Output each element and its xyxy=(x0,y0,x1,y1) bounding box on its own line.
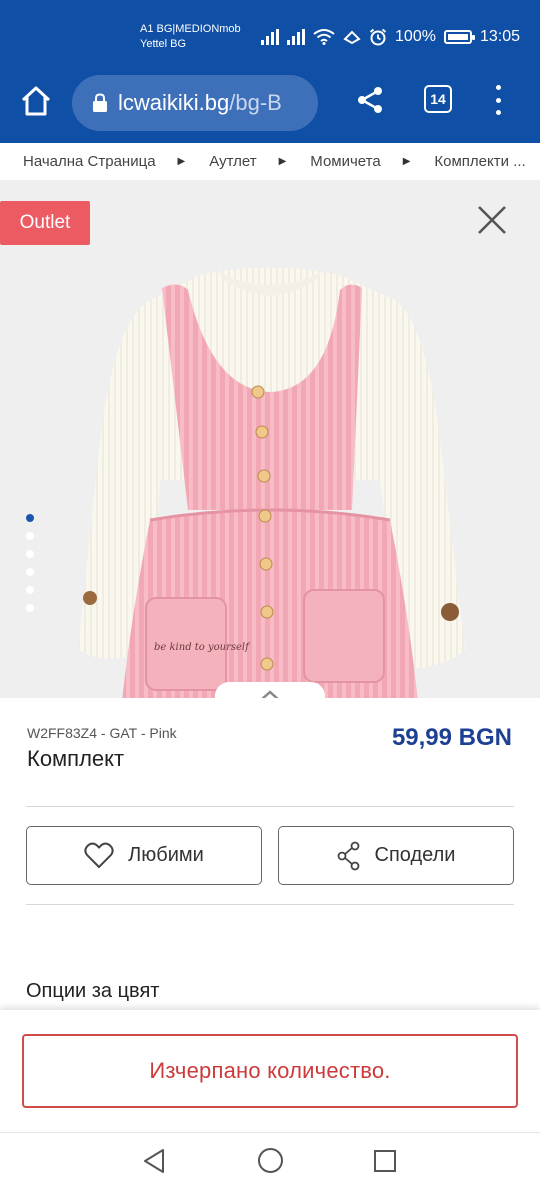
product-gallery[interactable]: be kind to yourself Outlet xyxy=(0,180,540,698)
favorites-label: Любими xyxy=(128,844,204,866)
heart-icon xyxy=(84,842,114,869)
chevron-right-icon: ▶ xyxy=(402,156,411,167)
share-button[interactable]: Сподели xyxy=(278,826,514,885)
overflow-menu-icon[interactable] xyxy=(488,85,508,115)
status-icons: 100% 13:05 xyxy=(261,28,520,46)
gallery-dot[interactable] xyxy=(26,604,34,612)
outlet-badge: Outlet xyxy=(0,201,90,245)
product-name: Комплект xyxy=(27,746,125,771)
cell-signal-2-icon xyxy=(287,29,306,45)
url-path: /bg-B xyxy=(229,90,282,115)
breadcrumb-item-girls[interactable]: Момичета xyxy=(310,153,380,170)
share-icon[interactable] xyxy=(355,85,385,115)
address-bar[interactable]: lcwaikiki.bg/bg-B xyxy=(72,75,318,131)
color-options-title: Опции за цвят xyxy=(26,980,160,1002)
recent-apps-icon[interactable] xyxy=(373,1149,397,1173)
out-of-stock-button[interactable]: Изчерпано количество. xyxy=(22,1034,518,1108)
carrier-line-2: Yettel BG xyxy=(140,38,187,50)
gallery-dot[interactable] xyxy=(26,532,34,540)
favorites-button[interactable]: Любими xyxy=(26,826,262,885)
carrier-info: A1 BG|MEDIONmob Yettel BG xyxy=(140,22,241,52)
sticky-purchase-bar: Изчерпано количество. xyxy=(0,1010,540,1132)
breadcrumb: Начална Страница ▶ Аутлет ▶ Момичета ▶ К… xyxy=(0,143,540,180)
gallery-dot[interactable] xyxy=(26,550,34,558)
cell-signal-icon xyxy=(261,29,280,45)
product-image: be kind to yourself xyxy=(78,267,465,698)
gallery-dot[interactable] xyxy=(26,514,34,522)
breadcrumb-item-outlet[interactable]: Аутлет xyxy=(209,153,256,170)
chevron-right-icon: ▶ xyxy=(177,156,186,167)
system-nav-bar xyxy=(0,1132,540,1188)
divider xyxy=(26,806,514,807)
alarm-icon xyxy=(369,28,387,46)
browser-toolbar: lcwaikiki.bg/bg-B 14 xyxy=(0,75,540,143)
product-price: 59,99 BGN xyxy=(391,724,512,751)
chevron-up-icon xyxy=(261,690,279,698)
gallery-dot[interactable] xyxy=(26,568,34,576)
divider xyxy=(26,904,514,905)
url-domain: lcwaikiki.bg xyxy=(118,90,230,115)
nfc-icon xyxy=(343,30,361,45)
back-icon[interactable] xyxy=(141,1147,167,1175)
product-sku: W2FF83Z4 - GAT - Pink xyxy=(27,725,177,741)
breadcrumb-item-sets[interactable]: Комплекти ... xyxy=(434,153,525,170)
home-circle-icon[interactable] xyxy=(257,1147,284,1174)
share-label: Сподели xyxy=(374,844,456,866)
collapse-gallery-button[interactable] xyxy=(215,682,325,698)
home-icon[interactable] xyxy=(18,83,54,119)
gallery-pagination xyxy=(26,514,34,612)
close-icon[interactable] xyxy=(474,202,510,238)
gallery-dot[interactable] xyxy=(26,586,34,594)
wifi-icon xyxy=(313,29,335,45)
clock: 13:05 xyxy=(479,28,520,45)
chevron-right-icon: ▶ xyxy=(278,156,287,167)
lock-icon xyxy=(93,93,107,112)
status-bar: A1 BG|MEDIONmob Yettel BG 100% 13:05 xyxy=(0,0,540,75)
breadcrumb-item-home[interactable]: Начална Страница xyxy=(23,153,156,170)
battery-icon xyxy=(443,30,475,44)
tab-switcher-button[interactable]: 14 xyxy=(424,85,452,113)
embroidery-text: be kind to yourself xyxy=(154,642,251,653)
share-icon xyxy=(337,841,359,870)
battery-percent: 100% xyxy=(395,28,436,45)
carrier-line-1: A1 BG|MEDIONmob xyxy=(140,23,241,35)
